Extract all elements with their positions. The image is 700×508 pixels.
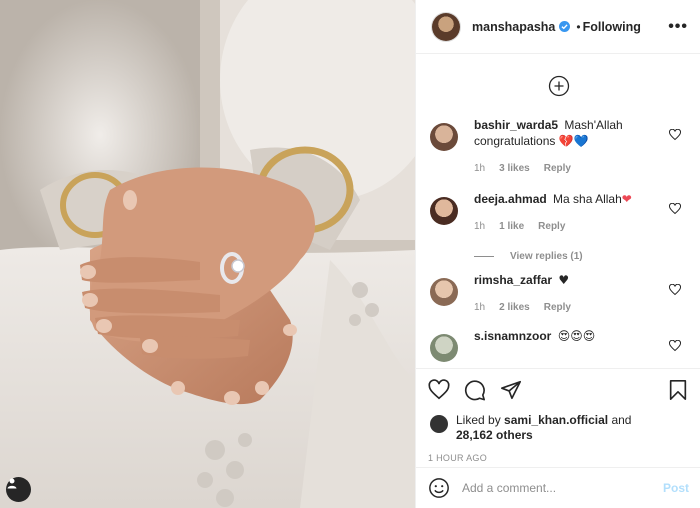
post-actions: Liked by sami_khan.official and 28,162 o…: [416, 368, 700, 463]
comment-emoji: 💔💙: [558, 134, 589, 148]
post-timestamp[interactable]: 1 HOUR AGO: [428, 453, 689, 463]
share-button[interactable]: [500, 379, 522, 401]
comment-username[interactable]: s.isnamnzoor: [474, 329, 551, 343]
smiley-icon: [429, 478, 449, 498]
tagged-users-button[interactable]: [6, 477, 31, 502]
verified-badge-icon: [559, 21, 571, 32]
author-avatar[interactable]: [432, 12, 460, 41]
comment-text: Ma sha Allah: [553, 192, 622, 206]
instagram-post-modal: manshapasha • Following ••• bashir_warda…: [0, 0, 700, 508]
comment-input[interactable]: [462, 481, 663, 495]
comment-meta: 1h 2 likes Reply: [474, 300, 659, 316]
comment-emoji: 😍😍😍: [557, 329, 596, 343]
separator-dot: •: [576, 19, 581, 34]
action-icons-row: [428, 379, 689, 401]
comment-likes[interactable]: 1 like: [499, 219, 524, 235]
author-username[interactable]: manshapasha: [472, 20, 555, 34]
commenter-avatar[interactable]: [430, 123, 458, 151]
comment-button[interactable]: [464, 379, 486, 401]
save-button[interactable]: [667, 379, 689, 401]
comment-reply-button[interactable]: Reply: [538, 219, 565, 235]
liked-by-user[interactable]: sami_khan.official: [504, 413, 608, 427]
comment-likes[interactable]: 3 likes: [499, 161, 530, 177]
heart-icon[interactable]: [669, 340, 681, 352]
replies-divider: [474, 256, 494, 257]
liked-by-section: Liked by sami_khan.official and 28,162 o…: [428, 413, 689, 443]
comment-reply-button[interactable]: Reply: [544, 161, 571, 177]
liked-by-count[interactable]: 28,162 others: [456, 428, 533, 442]
like-button[interactable]: [428, 379, 450, 401]
comment-time[interactable]: 1h: [474, 219, 485, 235]
commenter-avatar[interactable]: [430, 278, 458, 306]
heart-icon: [428, 379, 450, 400]
comment-item: bashir_warda5 Mash'Allah congratulations…: [416, 117, 700, 177]
comment-username[interactable]: bashir_warda5: [474, 118, 558, 132]
comment-time[interactable]: 1h: [474, 300, 485, 316]
comment-meta: 1h 3 likes Reply: [474, 161, 659, 177]
commenter-avatar[interactable]: [430, 334, 458, 362]
plus-circle-icon: [548, 75, 569, 97]
comment-time[interactable]: 1h: [474, 161, 485, 177]
comment-item: deeja.ahmad Ma sha Allah❤ 1h 1 like Repl…: [416, 191, 700, 235]
commenter-avatar[interactable]: [430, 197, 458, 225]
comment-emoji: ❤: [621, 192, 632, 206]
more-options-icon[interactable]: •••: [668, 18, 688, 36]
comments-list[interactable]: bashir_warda5 Mash'Allah congratulations…: [416, 55, 700, 368]
post-side-panel: manshapasha • Following ••• bashir_warda…: [415, 0, 700, 508]
view-replies-button[interactable]: View replies (1): [416, 251, 700, 262]
heart-icon[interactable]: [669, 129, 681, 141]
comment-username[interactable]: rimsha_zaffar: [474, 273, 552, 287]
post-comment-button[interactable]: Post: [663, 481, 689, 495]
view-replies-label[interactable]: View replies (1): [510, 251, 583, 262]
liked-by-prefix: Liked by: [456, 413, 501, 427]
load-more-comments-button[interactable]: [416, 55, 700, 117]
comment-emoji: ♥: [558, 273, 570, 287]
comment-item: s.isnamnzoor 😍😍😍: [416, 328, 700, 362]
comment-item: rimsha_zaffar ♥ 1h 2 likes Reply: [416, 272, 700, 316]
paper-plane-icon: [501, 380, 521, 400]
comment-bubble-icon: [464, 380, 485, 401]
emoji-picker-button[interactable]: [428, 477, 450, 499]
liked-by-text: Liked by sami_khan.official and 28,162 o…: [456, 413, 631, 443]
heart-icon[interactable]: [669, 284, 681, 296]
post-photo[interactable]: [0, 0, 415, 508]
comment-username[interactable]: deeja.ahmad: [474, 192, 547, 206]
comment-meta: 1h 1 like Reply: [474, 219, 659, 235]
add-comment-bar: Post: [416, 467, 700, 508]
comment-likes[interactable]: 2 likes: [499, 300, 530, 316]
heart-icon[interactable]: [669, 203, 681, 215]
liker-avatar[interactable]: [430, 415, 448, 433]
comment-reply-button[interactable]: Reply: [544, 300, 571, 316]
following-button[interactable]: Following: [583, 20, 641, 34]
user-icon: [7, 478, 17, 489]
liked-by-and: and: [611, 413, 632, 427]
photo-illustration: [0, 0, 415, 508]
bookmark-icon: [669, 380, 687, 400]
post-header: manshapasha • Following •••: [416, 0, 700, 54]
